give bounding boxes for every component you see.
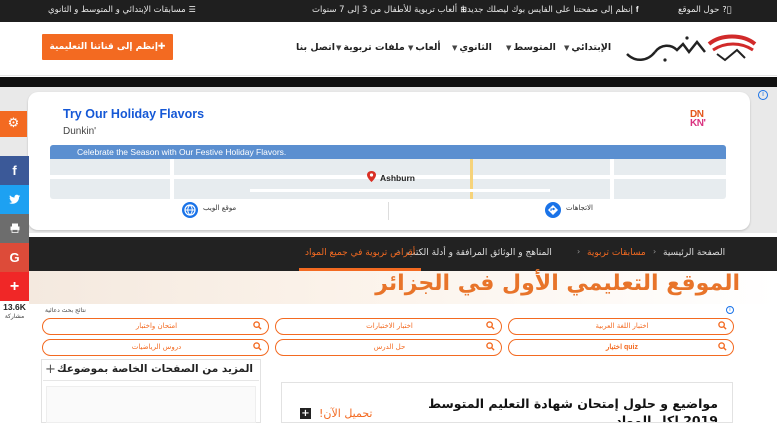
ad-brand: Dunkin' [63,126,97,137]
ad-place-label: Ashburn [380,173,415,183]
chevron-down-icon: ▼ [408,44,414,52]
plus-icon[interactable]: + [300,408,311,419]
article-title[interactable]: مواضيع و حلول إمتحان شهادة التعليم المتو… [398,395,718,422]
ad-card[interactable]: Try Our Holiday Flavors Dunkin' DN KN' C… [28,92,750,230]
help-icon: ?⃝ [722,5,732,14]
search-icon [718,321,727,330]
site-tagline: الموقع التعليمي الأول في الجزائر [375,271,740,296]
nav-middle[interactable]: المتوسط▼ [506,42,556,53]
search-link-exam[interactable]: امتحان واختبار [42,318,269,335]
search-icon [253,321,262,330]
chevron-down-icon: ▼ [452,44,458,52]
breadcrumb-home[interactable]: الصفحة الرئيسية [663,248,725,258]
google-share-button[interactable]: G [0,243,29,272]
breadcrumb-discs[interactable]: أقراص تربوية في جميع المواد [305,248,415,258]
search-ads-header: نتائج بحث دعائية [45,307,86,314]
nav-contact[interactable]: اتصل بنا [296,42,335,53]
nav-secondary[interactable]: الثانوي▼ [452,42,492,53]
twitter-share-button[interactable] [0,185,29,214]
breadcrumb-current-wrap: أقراص تربوية في جميع المواد [299,237,422,271]
contests-link[interactable]: ☰مسابقات الإبتدائي و المتوسط و الثانوي [48,5,196,15]
ad-map[interactable]: Celebrate the Season with Our Festive Ho… [50,145,726,199]
related-pages-content [46,386,256,423]
nav-primary[interactable]: الإبتدائي▼ [564,42,611,53]
share-count: 13.6K [3,302,26,312]
share-label: مشاركة [4,313,25,320]
top-bar: ?⃝حول الموقع fإنظم إلى صفحتنا على الفايس… [0,0,777,22]
map-pin-icon [367,171,376,182]
twitter-icon [9,194,21,204]
nav-games[interactable]: ألعاب▼ [408,42,441,53]
ad-brand-logo: DN KN' [690,109,706,129]
chevron-down-icon: ▼ [506,44,512,52]
site-header: ✚إنظم إلى قناتنا التعليمية اتصل بنا ملفا… [0,22,777,76]
ad-container: Try Our Holiday Flavors Dunkin' DN KN' C… [0,87,777,233]
search-icon [718,342,727,351]
search-link-quiz[interactable]: quiz اختبار [508,339,734,356]
google-icon: G [9,250,20,265]
directions-icon [545,202,561,218]
list-icon: ☰ [188,5,196,14]
download-now-link[interactable]: تحميل الآن! [319,407,373,420]
related-pages-header[interactable]: المزيد من الصفحات الخاصة بموضوعك + [43,361,259,381]
breadcrumb-contests[interactable]: مسابقات تربوية [587,248,646,258]
chevron-down-icon: ▼ [336,44,342,52]
games-link[interactable]: ⊞ألعاب تربوية للأطفال من 3 إلى 7 سنوات [312,5,467,15]
breadcrumb: الصفحة الرئيسية › مسابقات تربوية › المنا… [29,237,777,271]
facebook-share-button[interactable]: f [0,156,29,185]
search-link-lesson[interactable]: حل الدرس [275,339,502,356]
gamepad-icon: ⊞ [460,5,467,14]
globe-icon [182,202,198,218]
gear-icon[interactable]: ⚙ [0,111,27,137]
printer-icon [10,223,19,233]
ad-title[interactable]: Try Our Holiday Flavors [63,107,204,121]
plus-icon: + [9,278,20,295]
search-link-math[interactable]: دروس الرياضيات [42,339,269,356]
header-divider [0,77,777,87]
ad-banner: Celebrate the Season with Our Festive Ho… [50,145,726,159]
breadcrumb-curricula[interactable]: المناهج و الوثائق المرافقة و أدلة الكتب [407,248,552,258]
ad-info-icon[interactable]: i [726,306,734,314]
plus-icon[interactable]: + [45,362,56,377]
more-share-button[interactable]: + [0,272,29,301]
search-icon [253,342,262,351]
ad-actions: موقع الويب الاتجاهات [50,202,726,224]
print-button[interactable] [0,214,29,243]
facebook-icon: f [12,163,17,178]
ad-website-link[interactable]: موقع الويب [203,204,236,212]
search-link-arabic-test[interactable]: اختبار اللغة العربية [508,318,734,335]
join-channel-button[interactable]: ✚إنظم إلى قناتنا التعليمية [42,34,173,60]
search-icon [486,321,495,330]
chevron-left-icon: › [653,247,657,256]
ad-info-icon[interactable]: i [758,90,768,100]
ad-directions-link[interactable]: الاتجاهات [566,204,593,212]
site-logo[interactable] [625,32,761,66]
related-pages-title: المزيد من الصفحات الخاصة بموضوعك [56,363,253,375]
article-card: مواضيع و حلول إمتحان شهادة التعليم المتو… [281,382,733,423]
about-link[interactable]: ?⃝حول الموقع [678,5,731,15]
facebook-icon: f [635,5,639,14]
search-icon [486,342,495,351]
chevron-down-icon: ▼ [564,44,570,52]
facebook-join-link[interactable]: fإنظم إلى صفحتنا على الفايس بوك ليصلك جد… [462,5,638,15]
nav-files[interactable]: ملفات تربوية▼ [336,42,405,53]
chevron-left-icon: › [577,247,581,256]
search-link-tests[interactable]: اختبار الاختبارات [275,318,502,335]
